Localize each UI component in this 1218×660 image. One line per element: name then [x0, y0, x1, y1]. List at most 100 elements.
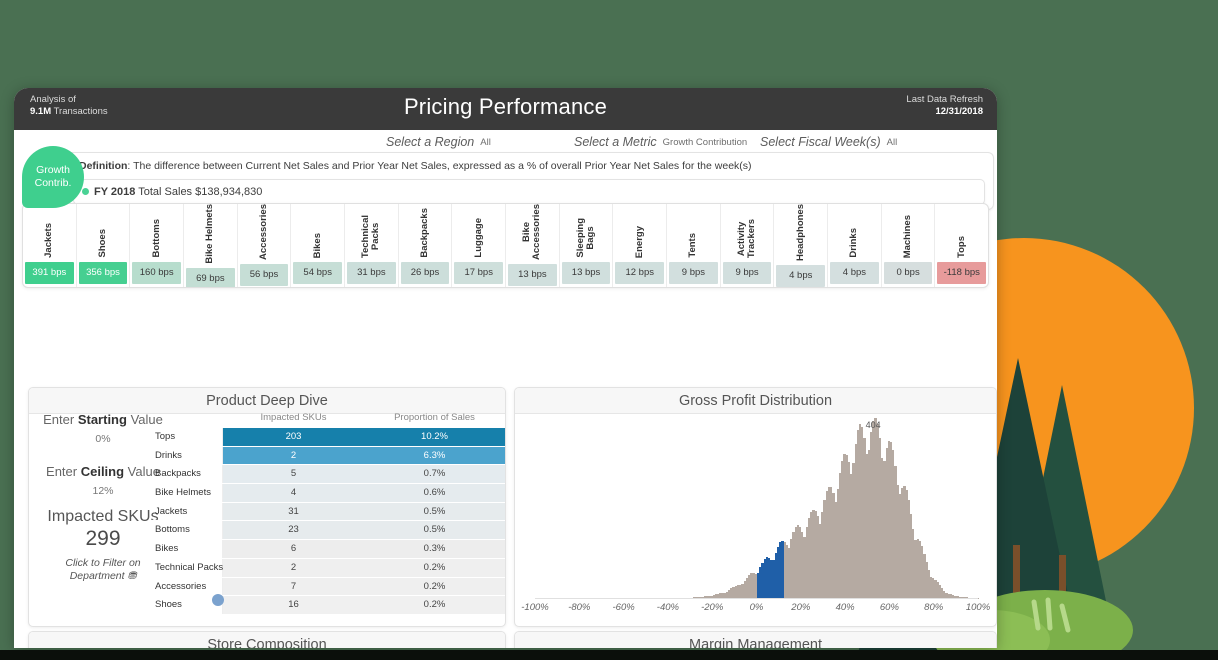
- filter-bar: Select a RegionAll Select a Metric Growth…: [14, 130, 997, 152]
- bps-category-label: Machines: [882, 204, 935, 262]
- bps-category-label: Technical Packs: [345, 204, 398, 262]
- bps-category-label: Backpacks: [399, 204, 452, 262]
- total-sales-text: FY 2018 Total Sales $138,934,830: [94, 186, 262, 198]
- filter-metric[interactable]: Select a Metric Growth Contribution: [574, 133, 747, 151]
- dd-col-skus: Impacted SKUs: [223, 412, 364, 428]
- bps-column[interactable]: Accessories56 bps: [238, 204, 292, 287]
- filter-region[interactable]: Select a RegionAll: [386, 133, 491, 151]
- bps-column[interactable]: Technical Packs31 bps: [345, 204, 399, 287]
- bps-category-label: Shoes: [77, 204, 130, 262]
- row-proportion: 0.7%: [364, 465, 505, 483]
- bps-column[interactable]: Sleeping Bags13 bps: [560, 204, 614, 287]
- total-sales-value: Total Sales $138,934,830: [135, 186, 262, 198]
- margin-management-title: Margin Management: [515, 632, 996, 648]
- badge-line2: Contrib.: [35, 177, 72, 190]
- bps-category-label: Bikes: [291, 204, 344, 262]
- definition-label: Definition: [79, 160, 127, 172]
- histogram-baseline: [535, 598, 978, 599]
- filter-week-label: Select Fiscal Week(s): [760, 135, 881, 149]
- x-axis-tick: 80%: [924, 602, 943, 613]
- table-row[interactable]: Accessories70.2%: [151, 578, 505, 597]
- row-proportion: 0.2%: [364, 559, 505, 577]
- x-axis-tick: 60%: [880, 602, 899, 613]
- filter-metric-label: Select a Metric: [574, 135, 657, 149]
- row-name: Bike Helmets: [151, 484, 223, 502]
- bps-column[interactable]: Bike Helmets69 bps: [184, 204, 238, 287]
- bps-column[interactable]: Bottoms160 bps: [130, 204, 184, 287]
- bps-value: 69 bps: [186, 268, 235, 288]
- bps-value: 26 bps: [401, 262, 450, 284]
- bps-value: 9 bps: [723, 262, 772, 284]
- definition-text: Definition: The difference between Curre…: [79, 160, 752, 172]
- bps-column[interactable]: Backpacks26 bps: [399, 204, 453, 287]
- margin-scatter-point[interactable]: [212, 594, 224, 606]
- table-row[interactable]: Bike Helmets40.6%: [151, 484, 505, 503]
- filter-metric-value[interactable]: Growth Contribution: [663, 137, 747, 148]
- bps-column[interactable]: Tents9 bps: [667, 204, 721, 287]
- table-row[interactable]: Technical Packs20.2%: [151, 559, 505, 578]
- bps-column[interactable]: Bikes54 bps: [291, 204, 345, 287]
- table-row[interactable]: Backpacks50.7%: [151, 465, 505, 484]
- last-refresh-label: Last Data Refresh: [906, 94, 983, 105]
- histogram-peak-label: 404: [866, 420, 881, 430]
- total-sales-bar: FY 2018 Total Sales $138,934,830: [73, 179, 985, 205]
- bps-value: 4 bps: [830, 262, 879, 284]
- bps-column[interactable]: Tops-118 bps: [935, 204, 988, 287]
- table-row[interactable]: Tops20310.2%: [151, 428, 505, 447]
- bps-category-label: Luggage: [452, 204, 505, 262]
- x-axis-tick: 20%: [791, 602, 810, 613]
- bps-column[interactable]: Bike Accessories13 bps: [506, 204, 560, 287]
- dd-col-name: [151, 412, 223, 428]
- row-proportion: 6.3%: [364, 447, 505, 465]
- gross-profit-title: Gross Profit Distribution: [515, 388, 996, 414]
- bps-column[interactable]: Luggage17 bps: [452, 204, 506, 287]
- filter-week-value[interactable]: All: [887, 137, 898, 148]
- table-row[interactable]: Bikes60.3%: [151, 540, 505, 559]
- row-proportion: 0.5%: [364, 503, 505, 521]
- row-name: Accessories: [151, 578, 223, 596]
- x-axis-tick: -100%: [521, 602, 548, 613]
- x-axis-tick: -80%: [568, 602, 590, 613]
- row-impacted-skus: 23: [223, 521, 364, 539]
- bps-category-label: Bottoms: [130, 204, 183, 262]
- x-axis-tick: -20%: [701, 602, 723, 613]
- definition-body: : The difference between Current Net Sal…: [127, 160, 751, 172]
- bps-column[interactable]: Drinks4 bps: [828, 204, 882, 287]
- bps-value: -118 bps: [937, 262, 986, 284]
- fy-label: FY 2018: [94, 186, 135, 198]
- bps-column[interactable]: Shoes356 bps: [77, 204, 131, 287]
- filter-fiscal-week[interactable]: Select Fiscal Week(s) All: [760, 133, 897, 151]
- row-name: Tops: [151, 428, 223, 446]
- x-axis-tick: -40%: [657, 602, 679, 613]
- table-row[interactable]: Shoes160.2%: [151, 596, 505, 615]
- bps-category-label: Accessories: [238, 204, 291, 264]
- row-name: Bikes: [151, 540, 223, 558]
- row-impacted-skus: 4: [223, 484, 364, 502]
- row-impacted-skus: 16: [223, 596, 364, 614]
- bps-value: 391 bps: [25, 262, 74, 284]
- bps-category-label: Tops: [935, 204, 988, 262]
- row-impacted-skus: 203: [223, 428, 364, 446]
- bps-category-label: Activity Trackers: [721, 204, 774, 262]
- table-row[interactable]: Drinks26.3%: [151, 447, 505, 466]
- bps-column[interactable]: Machines0 bps: [882, 204, 936, 287]
- bps-column[interactable]: Headphones4 bps: [774, 204, 828, 287]
- filter-icon[interactable]: ⛃: [127, 570, 136, 582]
- bps-column[interactable]: Jackets391 bps: [23, 204, 77, 287]
- gross-profit-histogram[interactable]: [535, 418, 978, 598]
- table-row[interactable]: Jackets310.5%: [151, 503, 505, 522]
- bps-column[interactable]: Energy12 bps: [613, 204, 667, 287]
- title-bar: Analysis of 9.1M Transactions Pricing Pe…: [14, 88, 997, 130]
- panel-margin-management: Margin Management Click to Exclude Produ…: [514, 631, 997, 648]
- bps-value: 56 bps: [240, 264, 289, 286]
- bps-value: 31 bps: [347, 262, 396, 284]
- row-impacted-skus: 7: [223, 578, 364, 596]
- bps-value: 54 bps: [293, 262, 342, 284]
- definition-card: Definition: The difference between Curre…: [64, 152, 994, 210]
- bps-value: 0 bps: [884, 262, 933, 284]
- bps-category-label: Bike Accessories: [506, 204, 559, 264]
- panel-store-composition: Store Composition Show Top10Impacted Sto…: [28, 631, 506, 648]
- bps-column[interactable]: Activity Trackers9 bps: [721, 204, 775, 287]
- table-row[interactable]: Bottoms230.5%: [151, 521, 505, 540]
- filter-region-value[interactable]: All: [480, 137, 491, 148]
